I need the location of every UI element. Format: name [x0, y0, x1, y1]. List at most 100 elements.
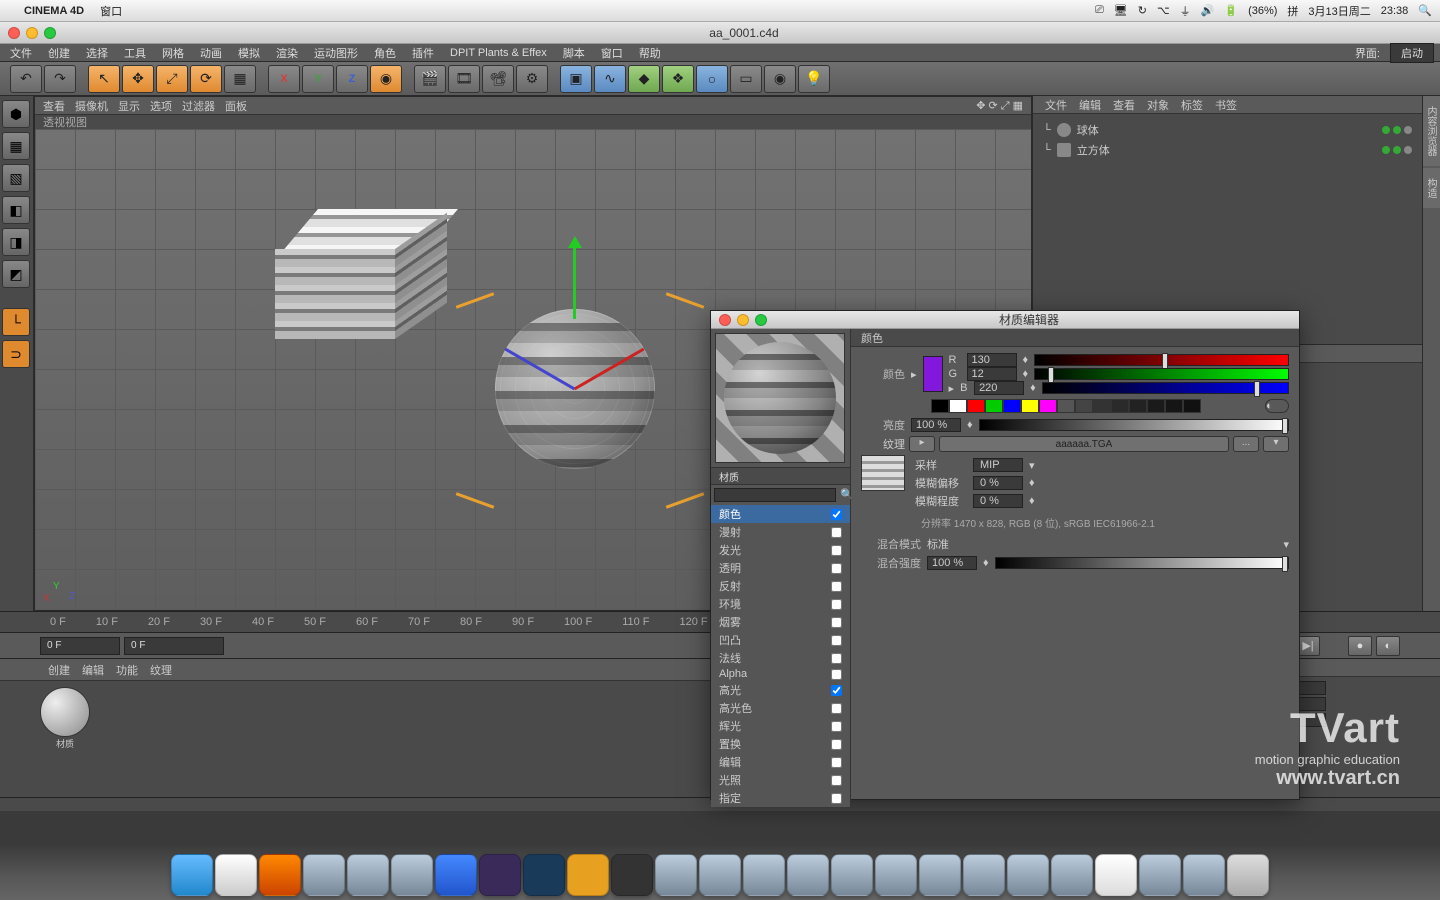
coord-system[interactable]: ◉: [370, 65, 402, 93]
spotlight-icon[interactable]: 🔍: [1418, 4, 1432, 17]
menu-char[interactable]: 角色: [370, 44, 400, 62]
volume-icon[interactable]: 🔊: [1201, 4, 1215, 17]
axis-y-toggle[interactable]: Y: [314, 73, 321, 85]
mix-slider[interactable]: [995, 557, 1289, 569]
camera-tool[interactable]: ▭: [730, 65, 762, 93]
axis-x-toggle[interactable]: X: [280, 73, 287, 85]
me-close[interactable]: [719, 314, 731, 326]
menu-script[interactable]: 脚本: [559, 44, 589, 62]
tab-struct[interactable]: 构造: [1423, 168, 1440, 208]
channel-编辑[interactable]: 编辑: [711, 753, 850, 771]
app-name[interactable]: CINEMA 4D: [24, 5, 84, 17]
generator-tool[interactable]: ◆: [628, 65, 660, 93]
g-value[interactable]: 12: [967, 367, 1017, 381]
dock-safari[interactable]: [215, 854, 257, 896]
render-region[interactable]: 🎞: [448, 65, 480, 93]
edge-mode[interactable]: ◨: [2, 228, 30, 256]
dock-app13[interactable]: [1051, 854, 1093, 896]
tree-sphere[interactable]: └ 球体: [1039, 120, 1416, 140]
g-slider[interactable]: [1034, 368, 1289, 380]
point-mode[interactable]: ◧: [2, 196, 30, 224]
channel-环境[interactable]: 环境: [711, 595, 850, 613]
snap-mode[interactable]: ⊃: [2, 340, 30, 368]
bluetooth-icon[interactable]: ⌥: [1157, 4, 1170, 17]
material-thumb[interactable]: [40, 687, 90, 737]
dock-c4d[interactable]: [611, 854, 653, 896]
tree-cube[interactable]: └ 立方体: [1039, 140, 1416, 160]
r-value[interactable]: 130: [967, 353, 1017, 367]
channel-置换[interactable]: 置换: [711, 735, 850, 753]
dock-app10[interactable]: [919, 854, 961, 896]
channel-凹凸[interactable]: 凹凸: [711, 631, 850, 649]
model-mode[interactable]: ▦: [2, 132, 30, 160]
menu-anim[interactable]: 动画: [196, 44, 226, 62]
dock-app4[interactable]: [655, 854, 697, 896]
menu-file[interactable]: 文件: [6, 44, 36, 62]
menu-sim[interactable]: 模拟: [234, 44, 264, 62]
channel-法线[interactable]: 法线: [711, 649, 850, 667]
menu-create[interactable]: 创建: [44, 44, 74, 62]
color-swatches[interactable]: ◐: [931, 399, 1289, 413]
channel-烟雾[interactable]: 烟雾: [711, 613, 850, 631]
texture-browse[interactable]: ...: [1233, 436, 1259, 452]
menu-select[interactable]: 选择: [82, 44, 112, 62]
screencast-icon[interactable]: ⎚: [1095, 4, 1104, 17]
autokey[interactable]: ◐: [1376, 636, 1400, 656]
select-tool[interactable]: ↖: [88, 65, 120, 93]
mix-mode[interactable]: 标准: [927, 536, 1277, 552]
channel-发光[interactable]: 发光: [711, 541, 850, 559]
move-gizmo[interactable]: [565, 239, 585, 479]
axis-mode[interactable]: └: [2, 308, 30, 336]
display-icon[interactable]: 🖥: [1114, 4, 1128, 17]
vp-panel[interactable]: 面板: [225, 98, 247, 114]
dock-ae[interactable]: [479, 854, 521, 896]
me-min[interactable]: [737, 314, 749, 326]
primitive-cube[interactable]: ▣: [560, 65, 592, 93]
me-search[interactable]: [714, 488, 836, 502]
vp-filter[interactable]: 过滤器: [182, 98, 215, 114]
dock-app3[interactable]: [391, 854, 433, 896]
close-button[interactable]: [8, 27, 20, 39]
wifi-icon[interactable]: ⏚: [1180, 3, 1191, 19]
dock-app12[interactable]: [1007, 854, 1049, 896]
channel-漫射[interactable]: 漫射: [711, 523, 850, 541]
dock-app14[interactable]: [1139, 854, 1181, 896]
blur-strength[interactable]: 0 %: [973, 494, 1023, 508]
channel-辉光[interactable]: 辉光: [711, 717, 850, 735]
mix-strength[interactable]: 100 %: [927, 556, 977, 570]
channel-透明[interactable]: 透明: [711, 559, 850, 577]
dock-app9[interactable]: [875, 854, 917, 896]
axis-z-toggle[interactable]: Z: [349, 73, 356, 85]
dock-app7[interactable]: [787, 854, 829, 896]
color-swatch[interactable]: [923, 356, 943, 392]
spline-tool[interactable]: ∿: [594, 65, 626, 93]
render-pv[interactable]: 📽: [482, 65, 514, 93]
vp-display[interactable]: 显示: [118, 98, 140, 114]
layout-dropdown[interactable]: 启动: [1390, 43, 1434, 63]
menu-plugin[interactable]: 插件: [408, 44, 438, 62]
scale-tool[interactable]: ⤢: [156, 65, 188, 93]
menu-dpit[interactable]: DPIT Plants & Effex: [446, 46, 551, 60]
texture-mode[interactable]: ▧: [2, 164, 30, 192]
scene-cube[interactable]: [275, 209, 435, 339]
sync-icon[interactable]: ↻: [1138, 4, 1147, 17]
bulb-icon[interactable]: 💡: [798, 65, 830, 93]
dock-qq[interactable]: [1095, 854, 1137, 896]
texture-clear[interactable]: ▾: [1263, 436, 1289, 452]
dock-trash[interactable]: [1227, 854, 1269, 896]
dock-app5[interactable]: [699, 854, 741, 896]
render-settings[interactable]: ⚙: [516, 65, 548, 93]
dock-ps[interactable]: [523, 854, 565, 896]
move-tool[interactable]: ✥: [122, 65, 154, 93]
minimize-button[interactable]: [26, 27, 38, 39]
frame-current[interactable]: 0 F: [40, 637, 120, 655]
render-view[interactable]: 🎬: [414, 65, 446, 93]
light-tool[interactable]: ◉: [764, 65, 796, 93]
texture-file[interactable]: aaaaaa.TGA: [939, 436, 1229, 452]
dock-app8[interactable]: [831, 854, 873, 896]
me-zoom[interactable]: [755, 314, 767, 326]
battery-icon[interactable]: 🔋: [1224, 4, 1238, 17]
poly-mode[interactable]: ◩: [2, 260, 30, 288]
redo-button[interactable]: ↷: [44, 65, 76, 93]
channel-高光色[interactable]: 高光色: [711, 699, 850, 717]
